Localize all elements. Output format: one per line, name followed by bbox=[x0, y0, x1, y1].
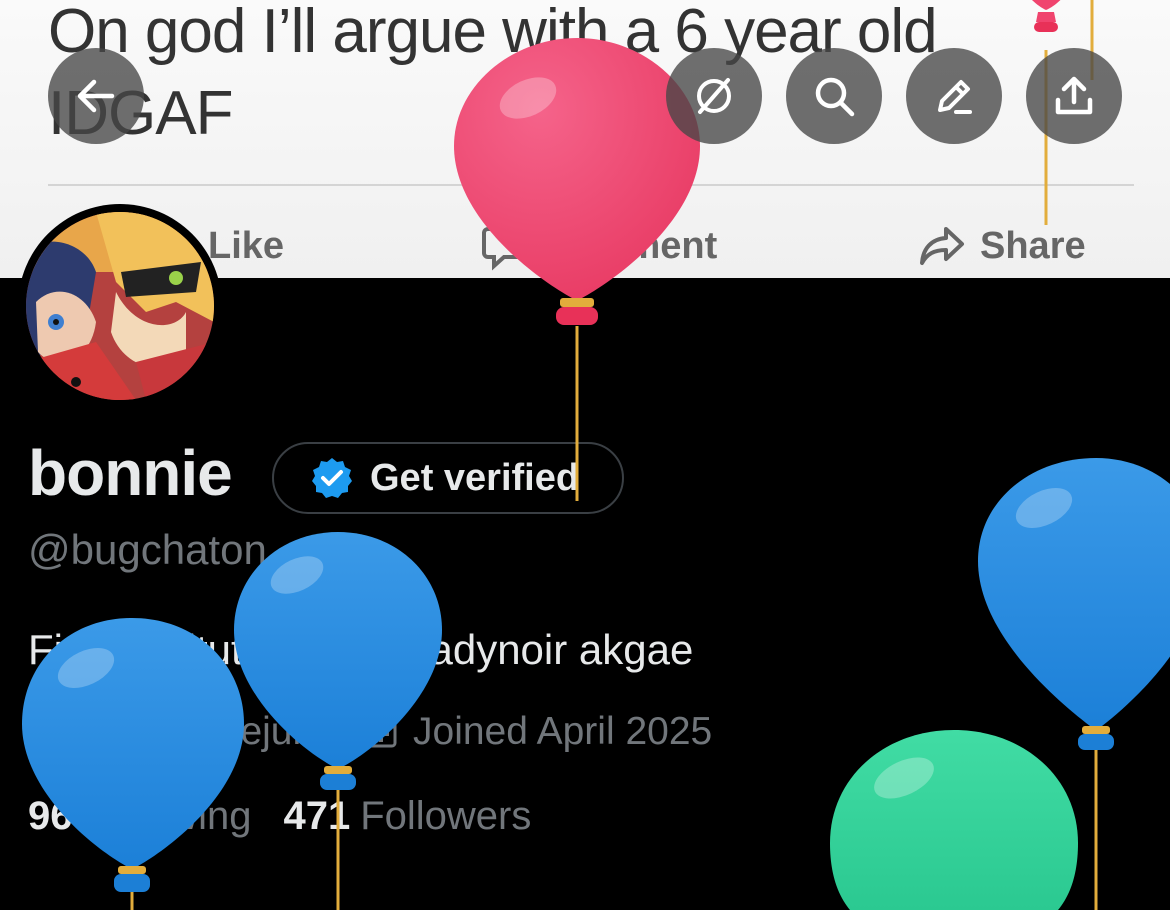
arrow-left-icon bbox=[77, 79, 115, 113]
display-name: bonnie bbox=[28, 437, 233, 509]
profile-meta: 18 pfp ceejurs Joined April 2025 bbox=[28, 706, 748, 758]
get-verified-label: Get verified bbox=[370, 456, 580, 499]
back-button[interactable] bbox=[48, 48, 144, 144]
share-profile-button[interactable] bbox=[1026, 48, 1122, 144]
joined-text: Joined April 2025 bbox=[413, 710, 713, 753]
following-count: 96 bbox=[28, 794, 73, 838]
pencil-icon bbox=[938, 80, 972, 114]
banner-divider bbox=[48, 184, 1134, 186]
grok-icon bbox=[697, 78, 731, 114]
share-arrow-icon bbox=[920, 227, 964, 265]
balloon-blue-right bbox=[978, 458, 1170, 910]
location-text: 18 pfp ceejurs bbox=[80, 710, 325, 753]
following-link[interactable]: 96 Following bbox=[28, 794, 251, 839]
search-icon bbox=[815, 77, 855, 117]
comment-label: Comment bbox=[542, 224, 718, 267]
followers-count: 471 bbox=[283, 794, 351, 838]
followers-label: Followers bbox=[360, 794, 532, 838]
banner-share-action: Share bbox=[918, 218, 1086, 274]
following-label: Following bbox=[82, 794, 252, 838]
calendar-icon bbox=[365, 716, 397, 748]
location-item: 18 pfp ceejurs bbox=[28, 710, 325, 754]
verified-badge-icon bbox=[312, 458, 352, 498]
followers-link[interactable]: 471 Followers bbox=[283, 794, 531, 839]
banner-like-action: Like bbox=[208, 218, 284, 274]
follow-stats: 96 Following 471 Followers bbox=[28, 794, 531, 839]
share-label: Share bbox=[980, 224, 1086, 267]
avatar[interactable] bbox=[18, 204, 222, 408]
comment-icon bbox=[482, 227, 528, 271]
profile-bio: First institutionalized ladynoir akgae bbox=[28, 626, 694, 673]
upload-icon bbox=[1055, 76, 1093, 115]
balloon-green-bottom bbox=[830, 730, 1078, 910]
joined-item: Joined April 2025 bbox=[361, 710, 712, 754]
banner-comment-action: Comment bbox=[480, 218, 717, 274]
search-button[interactable] bbox=[786, 48, 882, 144]
like-label: Like bbox=[208, 224, 285, 267]
user-handle: @bugchaton bbox=[28, 526, 267, 573]
avatar-image bbox=[26, 212, 214, 400]
grok-button[interactable] bbox=[666, 48, 762, 144]
edit-button[interactable] bbox=[906, 48, 1002, 144]
location-pin-icon bbox=[33, 712, 63, 751]
get-verified-button[interactable]: Get verified bbox=[272, 442, 624, 514]
